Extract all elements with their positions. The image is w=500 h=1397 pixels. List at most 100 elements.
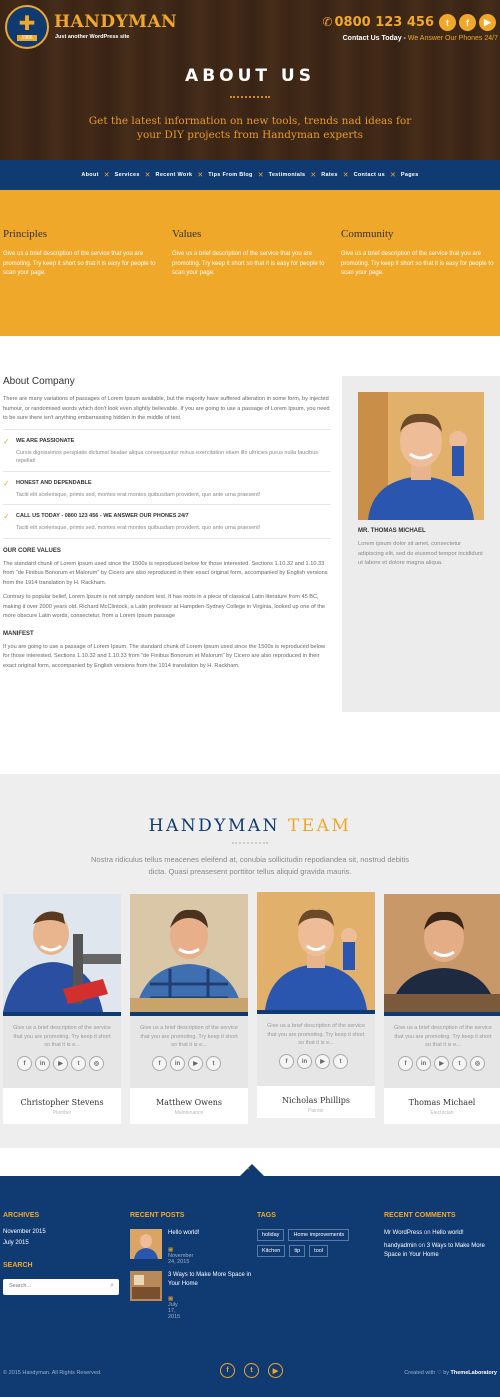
team-card[interactable]: Give us a brief description of the servi… bbox=[3, 894, 121, 1124]
youtube-icon[interactable]: ▶ bbox=[53, 1056, 68, 1071]
nav-separator: ✕ bbox=[310, 172, 317, 179]
nav-item-testimonials[interactable]: Testimonials bbox=[269, 172, 306, 178]
feature-title: HONEST AND DEPENDABLE bbox=[16, 479, 92, 486]
team-card[interactable]: Give us a brief description of the servi… bbox=[257, 892, 375, 1118]
logo-year: 1986 bbox=[17, 34, 37, 41]
credits-link[interactable]: ThemeLaboratory bbox=[451, 1370, 497, 1376]
manifest-text: If you are going to use a passage of Lor… bbox=[3, 643, 326, 669]
facebook-icon[interactable]: f bbox=[17, 1056, 32, 1071]
twitter-icon[interactable]: t bbox=[244, 1363, 259, 1378]
search-input[interactable]: Search... ⌕ bbox=[3, 1279, 119, 1295]
archive-link[interactable]: November 2015 bbox=[3, 1229, 119, 1235]
credits-prefix: Created with bbox=[404, 1370, 436, 1376]
nav-item-tips[interactable]: Tips From Blog bbox=[208, 172, 252, 178]
linkedin-icon[interactable]: in bbox=[35, 1056, 50, 1071]
contact-today-label: Contact Us Today bbox=[342, 35, 402, 42]
youtube-icon[interactable]: ▶ bbox=[479, 14, 496, 31]
phone-text: 0800 123 456 bbox=[334, 15, 434, 30]
tag-link[interactable]: Kitchen bbox=[257, 1245, 286, 1257]
copyright: © 2015 Handyman. All Rights Reserved. bbox=[3, 1370, 102, 1376]
youtube-icon[interactable]: ▶ bbox=[315, 1054, 330, 1069]
team-card[interactable]: Give us a brief description of the servi… bbox=[384, 894, 500, 1124]
recent-post[interactable]: Hello world! ▦ November 24, 2015 bbox=[130, 1229, 199, 1265]
youtube-icon[interactable]: ▶ bbox=[268, 1363, 283, 1378]
member-name[interactable]: Christopher Stevens bbox=[3, 1098, 121, 1107]
search-title: SEARCH bbox=[3, 1262, 33, 1269]
search-placeholder: Search... bbox=[9, 1283, 32, 1289]
member-social: f in ▶ t ◎ bbox=[398, 1056, 485, 1071]
post-date: ▦ November 24, 2015 bbox=[168, 1247, 193, 1265]
post-title[interactable]: Hello world! bbox=[168, 1229, 252, 1238]
credits-by: by bbox=[443, 1370, 449, 1376]
member-name[interactable]: Nicholas Phillips bbox=[257, 1096, 375, 1105]
member-photo bbox=[3, 894, 121, 1012]
chevron-up-icon[interactable]: ⌃ bbox=[245, 1167, 251, 1175]
divider bbox=[3, 428, 331, 430]
twitter-icon[interactable]: t bbox=[71, 1056, 86, 1071]
scroll-top-tab[interactable] bbox=[240, 1164, 264, 1176]
linkedin-icon[interactable]: in bbox=[170, 1056, 185, 1071]
core-values-title: OUR CORE VALUES bbox=[3, 547, 61, 554]
footer-tags: TAGS holiday Home improvements Kitchen t… bbox=[257, 1212, 369, 1257]
contact-today: Contact Us Today - We Answer Our Phones … bbox=[343, 35, 498, 42]
manifest-title: MANIFEST bbox=[3, 630, 34, 637]
tag-link[interactable]: tip bbox=[289, 1245, 306, 1257]
recent-posts-title: RECENT POSTS bbox=[130, 1212, 185, 1219]
phone-number[interactable]: ✆ 0800 123 456 bbox=[322, 15, 434, 30]
archive-link[interactable]: July 2015 bbox=[3, 1240, 119, 1246]
person-image bbox=[384, 894, 500, 1012]
nav-item-recent-work[interactable]: Recent Work bbox=[156, 172, 193, 178]
core-values-text: The standard chunk of Lorem Ipsum used s… bbox=[3, 560, 328, 586]
tag-link[interactable]: Home improvements bbox=[288, 1229, 350, 1241]
facebook-icon[interactable]: f bbox=[459, 14, 476, 31]
about-intro: There are many variations of passages of… bbox=[3, 396, 330, 421]
principle-column: Community Give us a brief description of… bbox=[341, 228, 499, 279]
twitter-icon[interactable]: t bbox=[452, 1056, 467, 1071]
member-name[interactable]: Thomas Michael bbox=[384, 1098, 500, 1107]
youtube-icon[interactable]: ▶ bbox=[434, 1056, 449, 1071]
recent-post[interactable]: 3 Ways to Make More Space in Your Home ▦… bbox=[130, 1271, 251, 1320]
instagram-icon[interactable]: ◎ bbox=[470, 1056, 485, 1071]
logo[interactable]: ✚ 1986 bbox=[5, 5, 49, 49]
member-name[interactable]: Matthew Owens bbox=[130, 1098, 248, 1107]
team-title-part1: HANDYMAN bbox=[148, 816, 281, 836]
nav-item-contact[interactable]: Contact us bbox=[354, 172, 385, 178]
post-title[interactable]: 3 Ways to Make More Space in Your Home bbox=[168, 1271, 252, 1289]
member-role: Plumber bbox=[52, 1110, 72, 1116]
nav-item-about[interactable]: About bbox=[81, 172, 98, 178]
comment-on: on bbox=[423, 1230, 431, 1236]
member-photo bbox=[257, 892, 375, 1010]
principle-text: Give us a brief description of the servi… bbox=[341, 251, 494, 276]
comment-post-link[interactable]: Hello world! bbox=[432, 1230, 463, 1236]
feature-item: ✓ WE ARE PASSIONATE Cursis dignissimos p… bbox=[3, 436, 331, 466]
comment-author[interactable]: handyadmin bbox=[384, 1243, 417, 1249]
facebook-icon[interactable]: f bbox=[398, 1056, 413, 1071]
linkedin-icon[interactable]: in bbox=[416, 1056, 431, 1071]
twitter-icon[interactable]: t bbox=[206, 1056, 221, 1071]
team-title: HANDYMAN TEAM bbox=[0, 816, 500, 836]
twitter-icon[interactable]: t bbox=[439, 14, 456, 31]
check-icon: ✓ bbox=[3, 436, 10, 446]
nav-item-rates[interactable]: Rates bbox=[321, 172, 337, 178]
facebook-icon[interactable]: f bbox=[152, 1056, 167, 1071]
search-icon[interactable]: ⌕ bbox=[110, 1282, 114, 1290]
feature-text: Cursis dignissimos perspiatis dictumst b… bbox=[16, 449, 319, 465]
member-role: Painter bbox=[308, 1108, 324, 1114]
about-title: About Company bbox=[3, 376, 75, 387]
nav-item-pages[interactable]: Pages bbox=[401, 172, 419, 178]
team-title-part2: TEAM bbox=[287, 816, 352, 836]
youtube-icon[interactable]: ▶ bbox=[188, 1056, 203, 1071]
tag-link[interactable]: holiday bbox=[257, 1229, 285, 1241]
hero-subtitle: Get the latest information on new tools,… bbox=[88, 115, 412, 141]
instagram-icon[interactable]: ◎ bbox=[89, 1056, 104, 1071]
brand-name[interactable]: HANDYMAN bbox=[54, 12, 177, 32]
comment-author[interactable]: Mr WordPress bbox=[384, 1230, 422, 1236]
facebook-icon[interactable]: f bbox=[279, 1054, 294, 1069]
facebook-icon[interactable]: f bbox=[220, 1363, 235, 1378]
member-role: Electrician bbox=[430, 1110, 454, 1116]
tag-link[interactable]: tool bbox=[309, 1245, 329, 1257]
nav-item-services[interactable]: Services bbox=[115, 172, 140, 178]
team-card[interactable]: Give us a brief description of the servi… bbox=[130, 894, 248, 1124]
linkedin-icon[interactable]: in bbox=[297, 1054, 312, 1069]
twitter-icon[interactable]: t bbox=[333, 1054, 348, 1069]
